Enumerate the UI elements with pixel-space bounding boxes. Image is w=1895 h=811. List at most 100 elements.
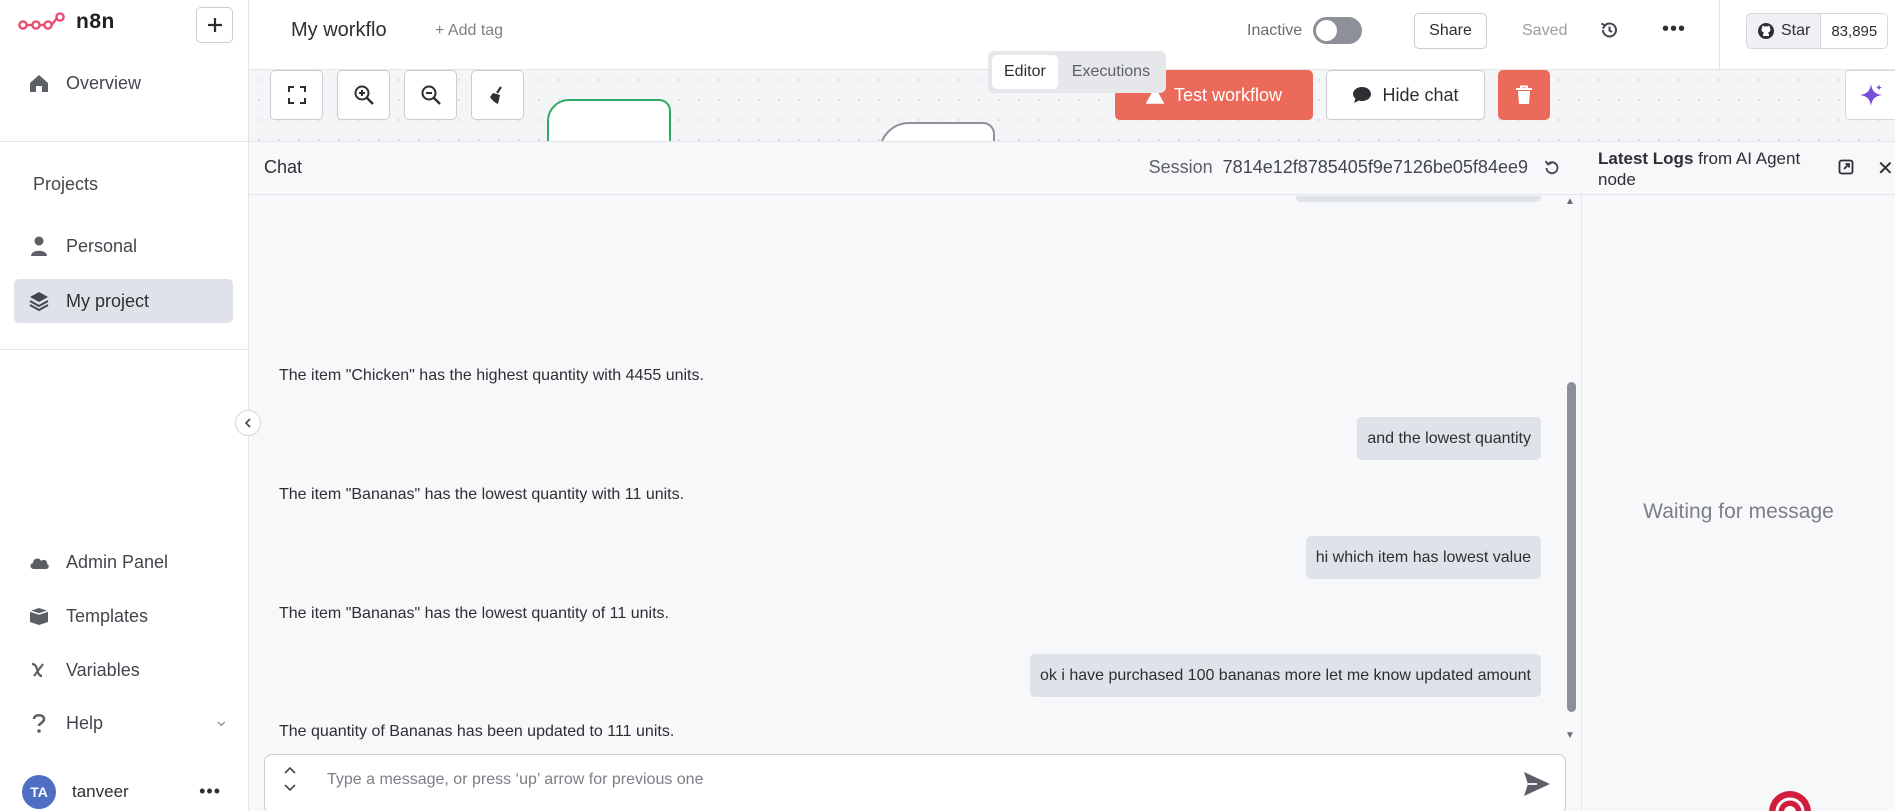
share-button[interactable]: Share — [1414, 13, 1487, 49]
header-divider — [1719, 0, 1720, 70]
github-star-button[interactable]: Star 83,895 — [1746, 13, 1889, 49]
sidebar-item-templates[interactable]: Templates — [14, 594, 233, 638]
github-star[interactable]: Star — [1747, 14, 1822, 48]
cloud-icon — [30, 558, 49, 569]
zoom-out-icon — [421, 85, 441, 105]
username: tanveer — [72, 782, 129, 801]
user-message — [1296, 196, 1541, 202]
tidy-up-button[interactable] — [471, 70, 524, 120]
session-info: Session 7814e12f8785405f9e7126be05f84ee9 — [1149, 157, 1528, 178]
chat-panel: Chat Session 7814e12f8785405f9e7126be05f… — [249, 141, 1582, 811]
layers-icon — [29, 292, 49, 312]
session-label: Session — [1148, 157, 1213, 177]
sidebar-item-label: Overview — [66, 72, 142, 93]
bot-message: The item "Bananas" has the lowest quanti… — [279, 486, 685, 503]
bot-message: The item "Chicken" has the highest quant… — [279, 367, 704, 384]
user-message: hi which item has lowest value — [1305, 536, 1541, 579]
zoom-in-button[interactable] — [337, 70, 390, 120]
scroll-up-arrow-icon[interactable]: ▲ — [1565, 196, 1575, 207]
chat-messages[interactable]: The item "Chicken" has the highest quant… — [249, 196, 1569, 741]
add-tag-link[interactable]: + Add tag — [435, 22, 503, 40]
sidebar-item-admin-panel[interactable]: Admin Panel — [14, 540, 233, 584]
user-message: and the lowest quantity — [1357, 417, 1541, 460]
history-arrows[interactable] — [283, 765, 297, 793]
saved-status: Saved — [1522, 22, 1568, 39]
history-icon[interactable] — [1599, 20, 1619, 40]
active-status-label: Inactive — [1247, 22, 1303, 39]
sidebar-item-label: My project — [66, 290, 150, 311]
variable-icon — [31, 662, 44, 678]
user-menu[interactable]: TA tanveer ••• — [0, 773, 249, 811]
logs-title-bold: Latest Logs — [1598, 149, 1694, 168]
close-icon[interactable]: ✕ — [1877, 156, 1894, 181]
active-toggle[interactable] — [1313, 17, 1362, 44]
box-icon — [29, 608, 49, 625]
waiting-message: Waiting for message — [1643, 500, 1834, 523]
sidebar-item-personal[interactable]: Personal — [14, 224, 233, 268]
trash-icon — [1516, 85, 1532, 104]
hide-chat-button[interactable]: Hide chat — [1326, 70, 1485, 120]
github-star-count[interactable]: 83,895 — [1821, 14, 1888, 48]
sidebar-item-label: Admin Panel — [66, 551, 169, 572]
sidebar-item-overview[interactable]: Overview — [14, 61, 233, 105]
test-workflow-label: Test workflow — [1173, 84, 1283, 105]
plus-icon — [207, 18, 222, 32]
chat-header: Chat Session 7814e12f8785405f9e7126be05f… — [249, 142, 1582, 195]
scrollbar-thumb[interactable] — [1567, 382, 1576, 712]
chat-scrollbar[interactable]: ▲ ▼ — [1565, 196, 1577, 746]
chat-title: Chat — [264, 157, 303, 177]
target-icon — [1769, 791, 1811, 811]
workflow-name[interactable]: My workflo — [291, 19, 387, 42]
more-options-icon[interactable]: ••• — [199, 781, 221, 802]
open-in-new-window-icon[interactable] — [1838, 159, 1854, 175]
reset-session-icon[interactable] — [1544, 159, 1560, 175]
logo-text: n8n — [76, 10, 115, 33]
logs-title: Latest Logs from AI Agent node — [1598, 148, 1828, 190]
question-mark-icon — [32, 713, 46, 733]
chevron-down-icon — [217, 721, 226, 727]
bot-message: The quantity of Bananas has been updated… — [279, 723, 675, 740]
sidebar-item-my-project[interactable]: My project — [14, 279, 233, 323]
send-icon[interactable] — [1523, 771, 1551, 797]
avatar: TA — [22, 775, 56, 809]
sidebar-item-variables[interactable]: Variables — [14, 648, 233, 692]
hide-chat-label: Hide chat — [1382, 84, 1459, 105]
sparkle-icon — [1859, 84, 1882, 106]
broom-icon — [489, 86, 502, 104]
zoom-in-icon — [354, 85, 374, 105]
sidebar: n8n Overview Projects Personal My projec… — [0, 0, 249, 811]
session-id: 7814e12f8785405f9e7126be05f84ee9 — [1222, 157, 1528, 177]
github-star-label: Star — [1781, 22, 1811, 39]
chat-message-input[interactable] — [327, 771, 1477, 789]
add-new-button[interactable] — [196, 7, 233, 43]
workflow-node[interactable] — [879, 122, 995, 141]
delete-button[interactable] — [1498, 70, 1550, 120]
n8n-logo[interactable]: n8n — [18, 10, 115, 34]
user-icon — [31, 236, 47, 256]
tab-executions[interactable]: Executions — [1060, 55, 1162, 89]
zoom-out-button[interactable] — [404, 70, 457, 120]
chevron-left-icon — [244, 418, 251, 428]
chevron-down-icon[interactable] — [283, 783, 297, 793]
chat-input-box[interactable] — [264, 754, 1566, 811]
sidebar-item-label: Help — [66, 712, 104, 733]
view-switcher: Editor Executions — [988, 51, 1167, 93]
chat-bubble-icon — [1353, 87, 1372, 103]
more-options-icon[interactable]: ••• — [1662, 18, 1686, 41]
logs-header: Latest Logs from AI Agent node ✕ — [1582, 142, 1895, 195]
scroll-down-arrow-icon[interactable]: ▼ — [1565, 730, 1575, 741]
chevron-up-icon[interactable] — [283, 765, 297, 775]
sidebar-item-help[interactable]: Help — [14, 701, 233, 745]
sidebar-item-label: Variables — [66, 659, 140, 680]
bot-message: The item "Bananas" has the lowest quanti… — [279, 605, 669, 622]
sidebar-divider — [0, 141, 249, 142]
zoom-to-fit-button[interactable] — [270, 70, 323, 120]
workflow-node[interactable] — [547, 99, 671, 141]
projects-heading: Projects — [33, 174, 99, 194]
logs-panel: Latest Logs from AI Agent node ✕ Waiting… — [1582, 141, 1895, 811]
tab-editor[interactable]: Editor — [992, 55, 1058, 89]
collapse-sidebar-button[interactable] — [235, 410, 261, 436]
n8n-logo-icon — [18, 12, 65, 30]
ai-assistant-button[interactable] — [1845, 70, 1895, 120]
home-icon — [30, 75, 48, 92]
